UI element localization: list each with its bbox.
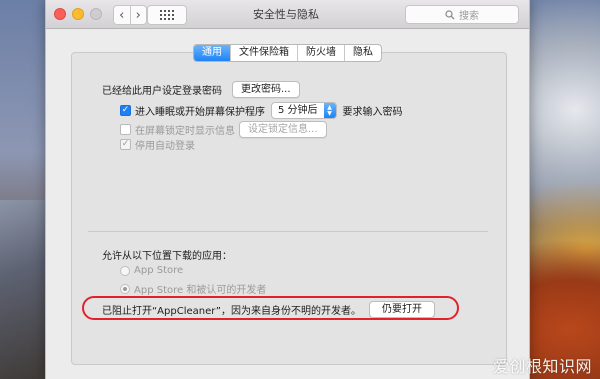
tab-filevault[interactable]: 文件保险箱	[230, 45, 297, 61]
lock-message-checkbox[interactable]	[120, 124, 131, 135]
back-button[interactable]: ‹	[114, 6, 130, 24]
lock-message-label: 在屏幕锁定时显示信息	[135, 126, 235, 137]
radio-app-store-row: App Store	[120, 265, 183, 276]
radio-app-store-label: App Store	[134, 265, 184, 276]
forward-button[interactable]: ›	[129, 6, 147, 24]
search-placeholder: 搜索	[459, 11, 479, 22]
desktop-wallpaper-left	[0, 200, 45, 379]
watermark-text: 爱创根知识网	[492, 357, 592, 376]
section-divider	[88, 231, 488, 232]
change-password-button[interactable]: 更改密码...	[232, 81, 300, 98]
lock-message-row: 在屏幕锁定时显示信息 设定锁定信息...	[120, 121, 327, 138]
autologin-row: ✓ 停用自动登录	[120, 137, 195, 152]
disable-autologin-checkbox[interactable]: ✓	[120, 139, 131, 150]
minimize-window-button[interactable]	[72, 8, 84, 20]
disable-autologin-label: 停用自动登录	[135, 141, 195, 152]
tab-general[interactable]: 通用	[194, 45, 230, 61]
tab-privacy[interactable]: 隐私	[344, 45, 381, 61]
radio-identified-row: App Store 和被认可的开发者	[120, 281, 266, 296]
search-field[interactable]: 搜索	[405, 5, 519, 24]
require-password-row: ✓ 进入睡眠或开始屏幕保护程序 5 分钟后 ▲ ▼ 要求输入密码	[120, 102, 403, 119]
password-delay-value: 5 分钟后	[278, 105, 318, 116]
preferences-window: ‹ › 安全性与隐私 搜索 通用 文件保险箱 防火墙 隐私 已经给此用户设定登录…	[45, 0, 530, 379]
stepper-arrows-icon: ▲ ▼	[323, 103, 336, 118]
close-window-button[interactable]	[54, 8, 66, 20]
zoom-window-button[interactable]	[90, 8, 102, 20]
annotation-highlight-ring	[82, 296, 459, 320]
window-title: 安全性与隐私	[253, 8, 319, 21]
password-row: 已经给此用户设定登录密码 更改密码...	[102, 81, 300, 98]
radio-selected-dot	[123, 286, 127, 291]
search-icon	[445, 9, 455, 19]
chevron-left-icon: ‹	[119, 7, 125, 23]
download-heading-row: 允许从以下位置下载的应用：	[102, 247, 232, 262]
radio-app-store[interactable]	[120, 265, 130, 276]
require-password-suffix: 要求输入密码	[342, 107, 403, 118]
nav-back-forward: ‹ ›	[113, 5, 147, 25]
require-password-label: 进入睡眠或开始屏幕保护程序	[135, 107, 265, 118]
password-set-text: 已经给此用户设定登录密码	[102, 86, 222, 97]
grid-icon	[160, 10, 174, 20]
radio-identified-developers[interactable]	[120, 283, 130, 294]
password-delay-select[interactable]: 5 分钟后 ▲ ▼	[271, 102, 337, 119]
show-all-button[interactable]	[147, 5, 187, 25]
set-lock-message-button[interactable]: 设定锁定信息...	[239, 121, 327, 138]
title-bar: ‹ › 安全性与隐私 搜索	[46, 0, 529, 29]
radio-identified-label: App Store 和被认可的开发者	[134, 285, 267, 296]
require-password-checkbox[interactable]: ✓	[120, 105, 131, 116]
chevron-right-icon: ›	[135, 7, 141, 23]
tab-firewall[interactable]: 防火墙	[297, 45, 344, 61]
tab-bar: 通用 文件保险箱 防火墙 隐私	[193, 44, 382, 62]
download-heading: 允许从以下位置下载的应用：	[102, 251, 232, 262]
